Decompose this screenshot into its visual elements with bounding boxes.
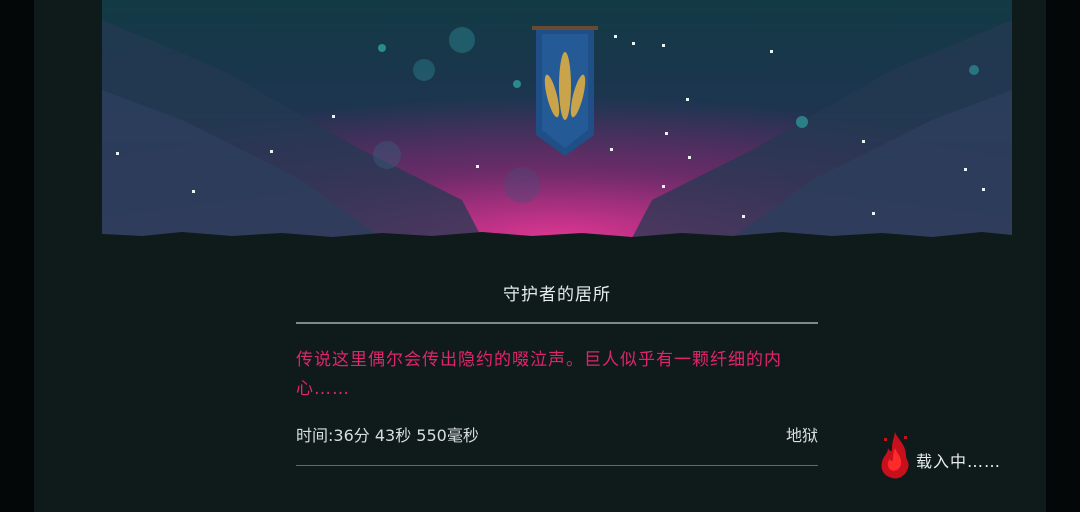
stats-divider: [296, 465, 818, 466]
loading-screen: 守护者的居所 传说这里偶尔会传出隐约的啜泣声。巨人似乎有一颗纤细的内心…… 时间…: [0, 0, 1080, 512]
loading-indicator: 载入中……: [878, 430, 1028, 482]
run-stats-row: 时间:36分 43秒 550毫秒 地狱: [296, 422, 818, 446]
loading-text: 载入中……: [916, 452, 1002, 471]
location-title: 守护者的居所: [503, 285, 611, 305]
right-letterbox: [1046, 0, 1080, 512]
left-letterbox: [0, 0, 34, 512]
run-time: 时间:36分 43秒 550毫秒: [296, 426, 479, 445]
location-description: 传说这里偶尔会传出隐约的啜泣声。巨人似乎有一颗纤细的内心……: [296, 350, 782, 399]
title-divider: [296, 322, 818, 324]
location-scene-image: [102, 0, 1012, 238]
red-flame-icon: [881, 432, 909, 479]
difficulty-label: 地狱: [785, 426, 818, 445]
